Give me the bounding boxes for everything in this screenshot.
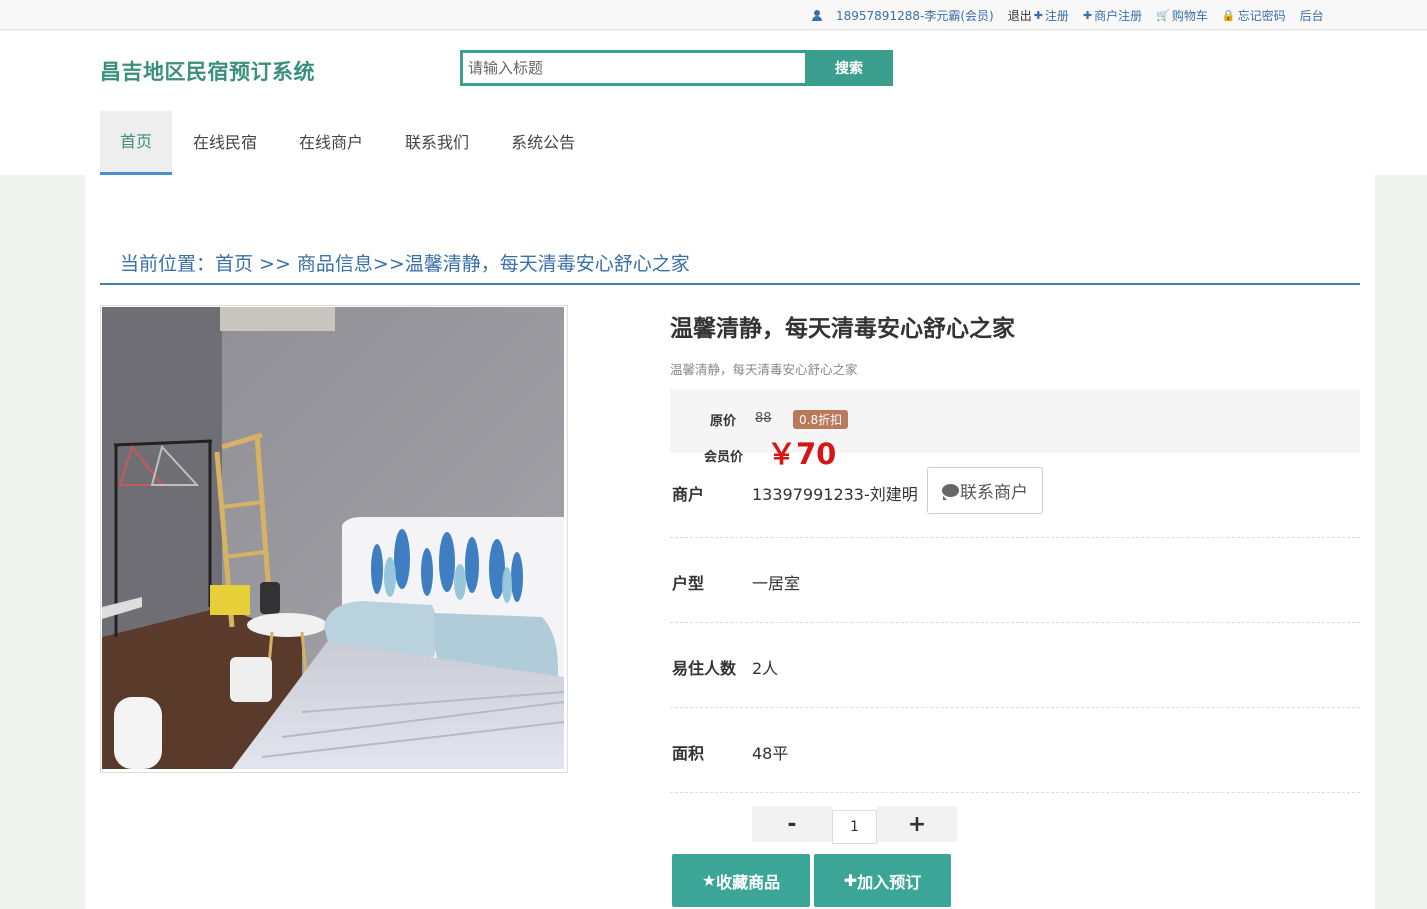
- main-nav: 首页 在线民宿 在线商户 联系我们 系统公告: [100, 111, 596, 175]
- logout-link[interactable]: 退出: [1008, 7, 1032, 24]
- user-plus-icon: ✚: [1082, 8, 1093, 22]
- quantity-input[interactable]: 1: [832, 810, 877, 844]
- discount-badge: 0.8折扣: [793, 410, 849, 429]
- favorite-button[interactable]: ★ 收藏商品: [672, 854, 810, 907]
- user-plus-icon: ✚: [1033, 8, 1043, 22]
- add-booking-label: 加入预订: [857, 872, 922, 892]
- merchant-register-link[interactable]: ✚ 商户注册: [1083, 7, 1142, 24]
- area-label: 面积: [672, 744, 705, 763]
- register-link[interactable]: ✚ 注册: [1034, 7, 1069, 24]
- lock-icon: 🔒: [1221, 8, 1236, 22]
- favorite-label: 收藏商品: [716, 872, 781, 892]
- plus-icon: ✚: [843, 871, 858, 890]
- contact-merchant-button[interactable]: 联系商户: [927, 467, 1043, 514]
- current-user-link[interactable]: 18957891288-李元霸(会员): [836, 7, 994, 24]
- original-price: 88: [755, 411, 772, 426]
- forgot-password-link[interactable]: 🔒 忘记密码: [1222, 7, 1286, 24]
- forgot-password-label: 忘记密码: [1237, 8, 1286, 23]
- contact-merchant-label: 联系商户: [960, 483, 1028, 503]
- room-photo-image: [102, 307, 564, 769]
- nav-item-announcements[interactable]: 系统公告: [490, 111, 596, 175]
- cart-icon: 🛒: [1156, 8, 1170, 22]
- capacity-value: 2人: [752, 659, 779, 678]
- increase-button[interactable]: +: [877, 806, 957, 842]
- register-label: 注册: [1044, 8, 1069, 23]
- action-buttons: ★ 收藏商品 ✚ 加入预订: [672, 854, 951, 907]
- room-type-value: 一居室: [752, 574, 801, 593]
- product-title: 温馨清静，每天清毒安心舒心之家: [670, 316, 1015, 342]
- add-booking-button[interactable]: ✚ 加入预订: [814, 854, 951, 907]
- search-button[interactable]: 搜索: [805, 50, 893, 86]
- area-row: 面积 48平: [670, 708, 1360, 793]
- price-box: 原价 88 0.8折扣 会员价 ￥70: [670, 389, 1360, 471]
- star-icon: ★: [701, 871, 717, 890]
- room-type-row: 户型 一居室: [670, 538, 1360, 623]
- original-price-label: 原价: [710, 414, 737, 429]
- area-value: 48平: [752, 744, 789, 763]
- top-bar: 18957891288-李元霸(会员) 退出 ✚ 注册 ✚ 商户注册 🛒 购物车 🔒 忘…: [0, 0, 1427, 30]
- capacity-row: 易住人数 2人: [670, 623, 1360, 708]
- capacity-label: 易住人数: [672, 659, 737, 678]
- nav-item-home[interactable]: 首页: [100, 111, 173, 175]
- merchant-row: 商户 13397991233-刘建明 联系商户: [670, 453, 1360, 538]
- comment-icon: [942, 484, 959, 500]
- nav-item-homestays[interactable]: 在线民宿: [172, 111, 278, 175]
- cart-link[interactable]: 🛒 购物车: [1156, 7, 1208, 24]
- breadcrumb: 当前位置：首页 >> 商品信息>>温馨清静，每天清毒安心舒心之家: [100, 243, 1360, 285]
- admin-link[interactable]: 后台: [1300, 7, 1324, 24]
- product-photo[interactable]: [100, 305, 568, 773]
- user-icon: [812, 9, 822, 21]
- product-subtitle: 温馨清静，每天清毒安心舒心之家: [670, 362, 858, 377]
- merchant-label: 商户: [672, 485, 705, 504]
- top-links: 18957891288-李元霸(会员) 退出 ✚ 注册 ✚ 商户注册 🛒 购物车 🔒 忘…: [812, 0, 1338, 30]
- merchant-value: 13397991233-刘建明: [752, 485, 918, 504]
- nav-item-merchants[interactable]: 在线商户: [278, 111, 384, 175]
- room-type-label: 户型: [672, 574, 705, 593]
- search-input[interactable]: [460, 50, 805, 86]
- nav-item-contact[interactable]: 联系我们: [384, 111, 490, 175]
- header: 昌吉地区民宿预订系统 搜索 首页 在线民宿 在线商户 联系我们 系统公告: [0, 31, 1427, 175]
- merchant-register-label: 商户注册: [1094, 8, 1143, 23]
- quantity-stepper: - 1 +: [752, 806, 957, 844]
- main-content: 当前位置：首页 >> 商品信息>>温馨清静，每天清毒安心舒心之家 温馨清静，每天…: [85, 175, 1375, 909]
- cart-label: 购物车: [1171, 8, 1208, 23]
- search-bar: 搜索: [460, 50, 893, 86]
- decrease-button[interactable]: -: [752, 806, 832, 842]
- site-logo[interactable]: 昌吉地区民宿预订系统: [100, 56, 315, 86]
